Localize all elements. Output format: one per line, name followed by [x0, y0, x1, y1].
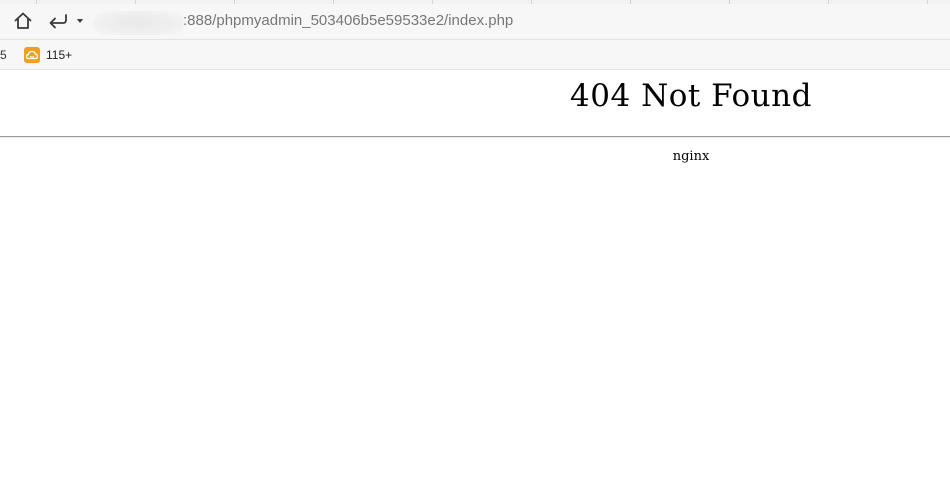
home-icon: [14, 12, 32, 29]
page-content: 404 Not Found nginx: [0, 70, 950, 496]
back-button[interactable]: [47, 10, 69, 32]
bookmark-label: 115+: [46, 48, 73, 62]
navigation-bar: :888/phpmyadmin_503406b5e59533e2/index.p…: [0, 4, 950, 40]
cloud-icon: [24, 47, 40, 63]
back-arrow-icon: [49, 14, 67, 29]
server-signature: nginx: [672, 149, 710, 164]
bookmarks-bar: 5 115+: [0, 40, 950, 70]
dropdown-arrow-icon: [77, 19, 83, 23]
home-button[interactable]: [12, 10, 34, 32]
bookmark-fragment[interactable]: 5: [0, 48, 7, 62]
error-title: 404 Not Found: [570, 78, 812, 114]
url-text[interactable]: :888/phpmyadmin_503406b5e59533e2/index.p…: [183, 12, 513, 29]
divider: [0, 136, 950, 138]
redacted-host: [93, 11, 183, 35]
back-history-dropdown[interactable]: [73, 10, 87, 32]
bookmark-115[interactable]: 115+: [24, 46, 72, 64]
address-bar[interactable]: :888/phpmyadmin_503406b5e59533e2/index.p…: [93, 8, 943, 35]
